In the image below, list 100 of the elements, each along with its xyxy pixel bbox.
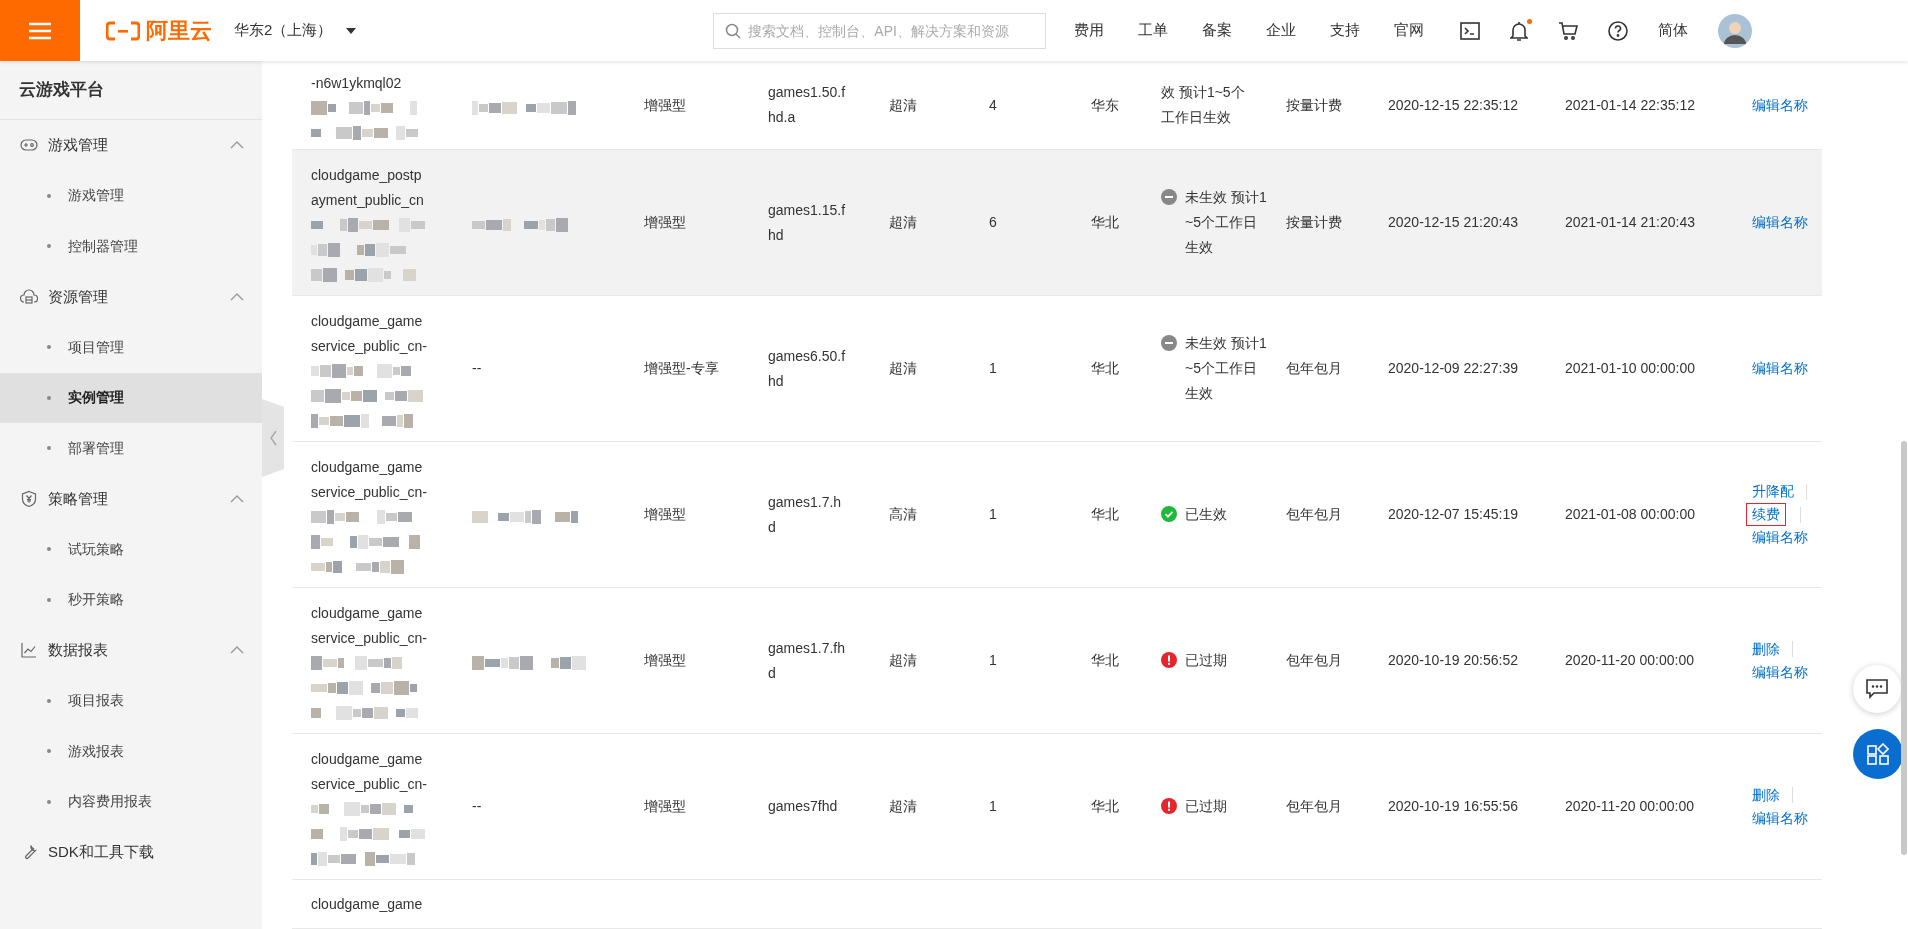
status-text: 已生效: [1185, 505, 1228, 524]
instance-name: cloudgame_game service_public_cn-: [311, 458, 428, 502]
sidebar-item[interactable]: 游戏报表: [0, 726, 262, 777]
nav-link[interactable]: 工单: [1138, 19, 1169, 42]
region: 华北: [1091, 505, 1120, 524]
action-link[interactable]: 续费: [1746, 503, 1786, 526]
table-cell: --: [472, 798, 482, 814]
status-text: 效 预计1~5个工作日生效: [1161, 83, 1245, 127]
search-field[interactable]: 搜索文档、控制台、API、解决方案和资源: [713, 12, 1047, 49]
instance-type: 增强型: [644, 797, 687, 816]
sidebar-group[interactable]: SDK和工具下载: [0, 827, 262, 878]
sidebar-item[interactable]: 项目管理: [0, 322, 262, 373]
cloud-icon: [20, 287, 38, 306]
region: 华北: [1091, 797, 1120, 816]
sidebar-item[interactable]: 实例管理: [0, 372, 262, 423]
expiry-time: 2020-11-20 00:00:00: [1565, 651, 1695, 670]
logo-text: 阿里云: [146, 19, 212, 42]
expiry-time: 2020-11-20 00:00:00: [1565, 797, 1695, 816]
apps-button[interactable]: [1853, 729, 1903, 779]
expiry-time: 2021-01-14 22:35:12: [1565, 95, 1696, 115]
action-link[interactable]: 删除: [1746, 637, 1786, 661]
chevron-up-icon: [230, 292, 244, 301]
sidebar-item[interactable]: 项目报表: [0, 675, 262, 726]
billing-method: 包年包月: [1286, 359, 1343, 378]
shield-yen-icon: [20, 489, 38, 508]
sidebar-item[interactable]: 部署管理: [0, 423, 262, 474]
scrollbar[interactable]: [1901, 441, 1907, 855]
sidebar-item[interactable]: 内容费用报表: [0, 776, 262, 827]
avatar[interactable]: [1718, 13, 1753, 48]
quality: 超清: [889, 95, 918, 115]
instance-name: cloudgame_game service_public_cn-: [311, 312, 428, 356]
action-link[interactable]: 删除: [1746, 783, 1786, 807]
minus-circle-icon: [1161, 189, 1177, 205]
nav-link[interactable]: 费用: [1074, 19, 1105, 42]
minus-circle-icon: [1161, 335, 1177, 351]
chevron-up-icon: [230, 494, 244, 503]
help-icon[interactable]: [1608, 20, 1629, 41]
created-time: 2020-12-15 21:20:43: [1388, 213, 1519, 232]
caret-down-icon: [346, 27, 357, 34]
instance-type: 增强型: [644, 651, 687, 670]
instance-name: cloudgame_game service_public_cn-: [311, 750, 428, 794]
status-text: 未生效 预计1~5个工作日生效: [1185, 334, 1267, 403]
sidebar-item[interactable]: 控制器管理: [0, 221, 262, 272]
quality: 高清: [889, 505, 918, 524]
expiry-time: 2021-01-14 21:20:43: [1565, 213, 1696, 232]
search-icon: [725, 22, 742, 39]
created-time: 2020-10-19 16:55:56: [1388, 797, 1519, 816]
sidebar-group[interactable]: 数据报表: [0, 625, 262, 676]
action-link[interactable]: 编辑名称: [1746, 526, 1814, 549]
action-link[interactable]: 升降配: [1746, 480, 1800, 503]
quality: 超清: [889, 651, 918, 670]
instance-type: 增强型: [644, 213, 687, 232]
count: 1: [989, 505, 998, 524]
sidebar-item[interactable]: 试玩策略: [0, 524, 262, 575]
spec-code: games6.50.f hd: [768, 346, 847, 391]
sidebar-item[interactable]: 秒开策略: [0, 574, 262, 625]
nav-link[interactable]: 备案: [1202, 19, 1233, 42]
sidebar-group[interactable]: 策略管理: [0, 473, 262, 524]
billing-method: 按量计费: [1286, 213, 1343, 232]
nav-link[interactable]: 支持: [1330, 19, 1361, 42]
nav-link[interactable]: 官网: [1394, 19, 1425, 42]
region: 华北: [1091, 651, 1120, 670]
chevron-up-icon: [230, 646, 244, 655]
spec-code: games1.7.h d: [768, 492, 843, 537]
region-selector[interactable]: 华东2（上海）: [234, 19, 357, 42]
menu-button[interactable]: [0, 0, 80, 61]
apps-icon: [1867, 743, 1889, 765]
action-link[interactable]: 编辑名称: [1746, 806, 1814, 830]
cart-icon[interactable]: [1558, 21, 1579, 40]
action-link[interactable]: 编辑名称: [1746, 357, 1814, 380]
created-time: 2020-12-15 22:35:12: [1388, 95, 1519, 115]
language-link[interactable]: 简体: [1658, 19, 1689, 42]
spec-code: games1.7.fh d: [768, 638, 847, 683]
chat-button[interactable]: [1853, 665, 1901, 713]
count: 1: [989, 797, 998, 816]
logo-icon: [106, 20, 140, 41]
region: 华东: [1091, 95, 1120, 115]
sidebar-group[interactable]: 资源管理: [0, 271, 262, 322]
quality: 超清: [889, 797, 918, 816]
instance-type: 增强型-专享: [644, 359, 720, 378]
sidebar-item[interactable]: 游戏管理: [0, 170, 262, 221]
quality: 超清: [889, 359, 918, 378]
billing-method: 按量计费: [1286, 95, 1343, 115]
collapse-handle[interactable]: [262, 399, 284, 477]
chevron-up-icon: [230, 141, 244, 150]
expiry-time: 2021-01-10 00:00:00: [1565, 359, 1696, 378]
action-link[interactable]: 编辑名称: [1746, 660, 1814, 684]
terminal-icon[interactable]: [1460, 21, 1481, 40]
nav-link[interactable]: 企业: [1266, 19, 1297, 42]
action-link[interactable]: 编辑名称: [1746, 211, 1814, 234]
status-text: 已过期: [1185, 651, 1228, 670]
status-text: 未生效 预计1~5个工作日生效: [1185, 188, 1267, 257]
sidebar-group[interactable]: 游戏管理: [0, 120, 262, 171]
quality: 超清: [889, 213, 918, 232]
table-cell: --: [472, 360, 482, 376]
exclamation-circle-icon: [1161, 798, 1177, 814]
exclamation-circle-icon: [1161, 652, 1177, 668]
instance-name: cloudgame_game: [311, 895, 424, 914]
bell-icon[interactable]: [1510, 20, 1529, 41]
action-link[interactable]: 编辑名称: [1746, 93, 1814, 117]
